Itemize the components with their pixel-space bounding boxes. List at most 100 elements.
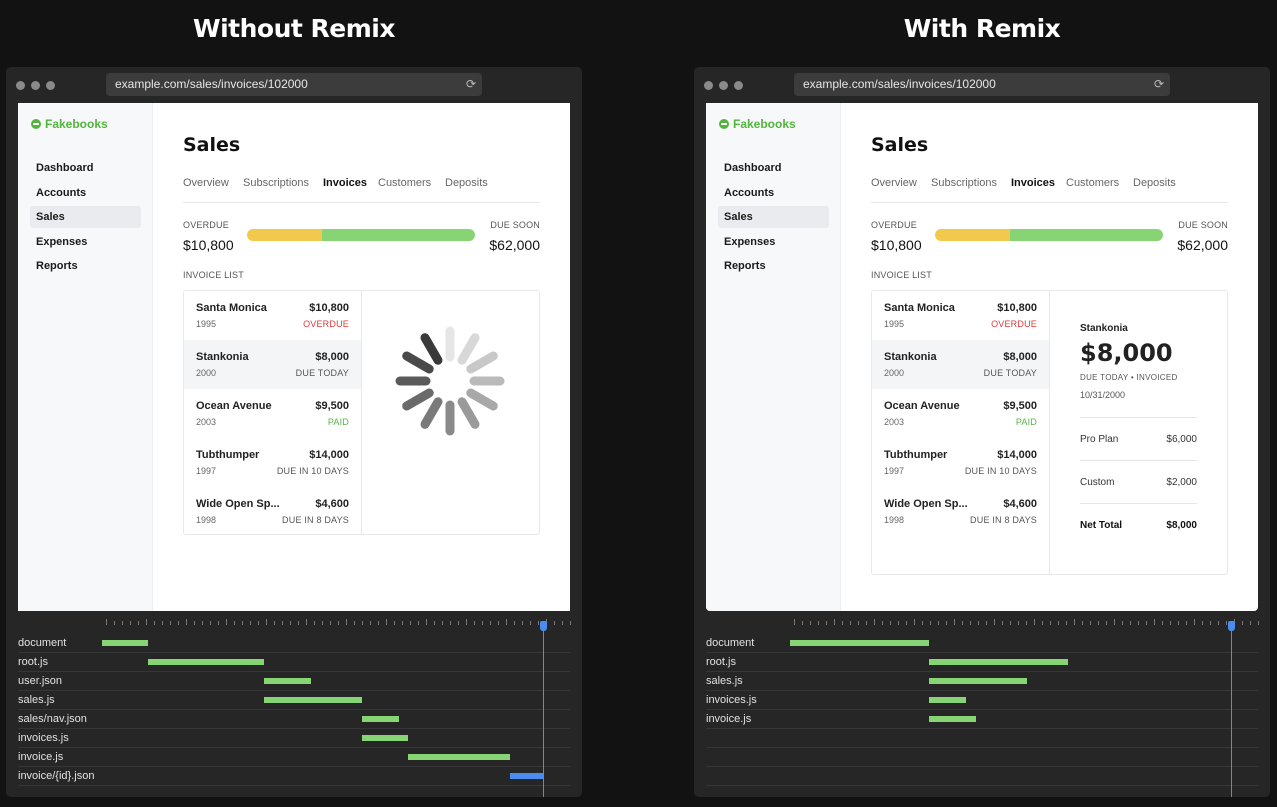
invoice-amount: $10,800 [309,302,349,314]
timeline-tick [810,621,811,625]
timeline-row[interactable]: invoice/{id}.json [18,767,570,786]
timeline-tick [1122,621,1123,625]
tab-overview[interactable]: Overview [871,177,917,189]
invoice-row[interactable]: Tubthumper 1997 $14,000 DUE IN 10 DAYS [872,438,1049,487]
timeline-tick [1034,619,1035,625]
timeline-tick [1042,621,1043,625]
timeline-tick [402,621,403,625]
window-control-dot[interactable] [16,81,25,90]
invoice-row[interactable]: Stankonia 2000 $8,000 DUE TODAY [872,340,1049,389]
timeline-row[interactable]: document [706,634,1258,653]
timeline-tick [826,621,827,625]
invoice-row[interactable]: Stankonia 2000 $8,000 DUE TODAY [184,340,361,389]
timeline-tick [1090,621,1091,625]
timeline-tick [1082,621,1083,625]
timeline-row[interactable] [706,748,1258,767]
brand-logo[interactable]: Fakebooks [719,117,796,131]
tab-invoices[interactable]: Invoices [1011,177,1055,189]
address-bar[interactable]: example.com/sales/invoices/102000 ⟳ [106,73,482,96]
timeline-tick [170,621,171,625]
sidebar-item-dashboard[interactable]: Dashboard [718,157,829,179]
window-control-dot[interactable] [46,81,55,90]
timeline-cursor[interactable] [1230,625,1232,797]
timeline-row[interactable]: user.json [18,672,570,691]
timeline-row[interactable] [706,767,1258,786]
tab-subscriptions[interactable]: Subscriptions [243,177,309,189]
timeline-row[interactable]: sales.js [18,691,570,710]
spinner-spoke [420,333,443,365]
timeline-tick [1130,621,1131,625]
invoice-row[interactable]: Wide Open Sp... 1998 $4,600 DUE IN 8 DAYS [872,487,1049,536]
window-control-dot[interactable] [719,81,728,90]
reload-icon[interactable]: ⟳ [1154,73,1164,96]
window-control-dot[interactable] [31,81,40,90]
timeline-tick [202,621,203,625]
sidebar-item-expenses[interactable]: Expenses [30,231,141,253]
invoice-row[interactable]: Ocean Avenue 2003 $9,500 PAID [872,389,1049,438]
timeline-tick [994,619,995,625]
sidebar-item-accounts[interactable]: Accounts [30,182,141,204]
timeline-tick [1258,621,1259,625]
brand-logo[interactable]: Fakebooks [31,117,108,131]
timeline-row[interactable]: invoices.js [706,691,1258,710]
sidebar-item-expenses[interactable]: Expenses [718,231,829,253]
timeline-tick [1026,621,1027,625]
overdue-amount: $10,800 [871,237,922,253]
tab-overview[interactable]: Overview [183,177,229,189]
timeline-tick [850,621,851,625]
sidebar-item-dashboard[interactable]: Dashboard [30,157,141,179]
timeline-tick [458,621,459,625]
timeline-row[interactable] [706,729,1258,748]
tab-invoices[interactable]: Invoices [323,177,367,189]
timeline-row[interactable]: sales.js [706,672,1258,691]
reload-icon[interactable]: ⟳ [466,73,476,96]
timeline-cursor-handle[interactable] [539,621,547,631]
sidebar-item-reports[interactable]: Reports [30,255,141,277]
tab-deposits[interactable]: Deposits [445,177,488,189]
timeline-row[interactable]: sales/nav.json [18,710,570,729]
timeline-cursor[interactable] [542,625,544,797]
spinner-spoke [457,397,480,429]
address-bar[interactable]: example.com/sales/invoices/102000 ⟳ [794,73,1170,96]
window-control-dot[interactable] [734,81,743,90]
tab-deposits[interactable]: Deposits [1133,177,1176,189]
invoice-row[interactable]: Wide Open Sp... 1998 $4,600 DUE IN 8 DAYS [184,487,361,534]
timeline-row[interactable]: root.js [706,653,1258,672]
timeline-row-label: sales.js [706,675,743,687]
invoice-row[interactable]: Santa Monica 1995 $10,800 OVERDUE [872,291,1049,340]
invoice-row[interactable]: Tubthumper 1997 $14,000 DUE IN 10 DAYS [184,438,361,487]
timeline-row[interactable]: invoices.js [18,729,570,748]
window-control-dot[interactable] [704,81,713,90]
timeline-tick [162,621,163,625]
sidebar-item-reports[interactable]: Reports [718,255,829,277]
timeline-tick [298,621,299,625]
tab-subscriptions[interactable]: Subscriptions [931,177,997,189]
timeline-active-bar [510,773,543,779]
timeline-cursor-handle[interactable] [1227,621,1235,631]
invoice-amount: $4,600 [1003,498,1037,510]
sidebar-item-sales[interactable]: Sales [30,206,141,228]
sidebar-item-sales[interactable]: Sales [718,206,829,228]
timeline-row[interactable]: invoice.js [706,710,1258,729]
sidebar-item-accounts[interactable]: Accounts [718,182,829,204]
invoice-row[interactable]: Santa Monica 1995 $10,800 OVERDUE [184,291,361,340]
heading-without-remix: Without Remix [193,14,395,43]
timeline-tick [130,621,131,625]
invoice-row[interactable]: Ocean Avenue 2003 $9,500 PAID [184,389,361,438]
invoice-name: Ocean Avenue [884,400,960,412]
timeline-bar [102,640,149,646]
timeline-row[interactable]: root.js [18,653,570,672]
spinner-spoke [402,351,434,374]
timeline-tick [450,621,451,625]
tab-customers[interactable]: Customers [1066,177,1119,189]
overdue-bar-segment [935,229,1011,241]
invoice-year: 2003 [884,417,905,427]
timeline-tick [922,621,923,625]
timeline-tick [258,621,259,625]
invoice-status: DUE IN 8 DAYS [282,515,349,525]
tab-customers[interactable]: Customers [378,177,431,189]
timeline-row[interactable]: document [18,634,570,653]
timeline-row[interactable]: invoice.js [18,748,570,767]
browser-chrome: example.com/sales/invoices/102000 ⟳ [694,67,1270,103]
timeline-tick [490,621,491,625]
